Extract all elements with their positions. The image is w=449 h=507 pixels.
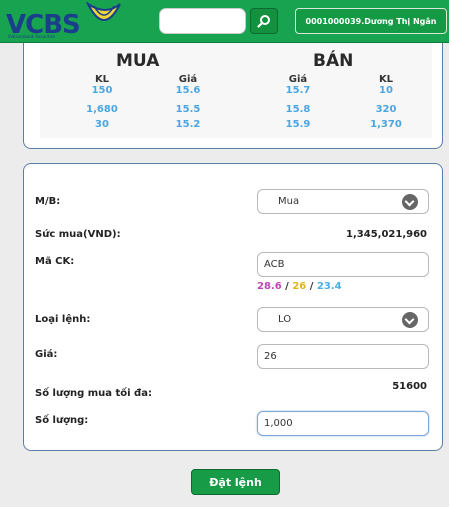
- sell-price-header: Giá: [288, 74, 308, 85]
- buy-kl-3: 30: [95, 119, 109, 130]
- max-qty-label: Số lượng mua tối đa:: [35, 388, 152, 399]
- symbol-input-value: ACB: [264, 259, 285, 270]
- app-header: VCBS Vietcombank Securities 0001000039.D…: [0, 0, 449, 43]
- price-input[interactable]: 26: [257, 344, 429, 369]
- buy-price-2: 15.5: [175, 104, 201, 115]
- chevron-down-icon: [402, 194, 418, 210]
- buy-kl-2: 1,680: [86, 104, 118, 115]
- symbol-input[interactable]: ACB: [257, 252, 429, 277]
- buy-price-1: 15.6: [175, 85, 201, 96]
- place-order-button[interactable]: Đặt lệnh: [191, 469, 280, 495]
- floor-price: 23.4: [316, 281, 342, 292]
- buying-power-value: 1,345,021,960: [346, 229, 427, 240]
- logo-leaf-icon: [85, 2, 121, 21]
- order-type-select[interactable]: LO: [257, 307, 429, 332]
- sell-price-1: 15.7: [285, 85, 311, 96]
- mb-label: M/B:: [35, 196, 61, 207]
- price-separator: /: [309, 281, 314, 292]
- vcbs-logo[interactable]: VCBS Vietcombank Securities: [6, 2, 136, 40]
- order-type-select-value: LO: [278, 314, 292, 325]
- sell-title: BÁN: [313, 51, 354, 71]
- buy-title: MUA: [116, 51, 160, 71]
- price-label: Giá:: [35, 349, 58, 360]
- qty-input-value: 1,000: [264, 418, 293, 429]
- price-input-value: 26: [264, 351, 277, 362]
- price-range: 28.6 / 26 / 23.4: [257, 281, 342, 292]
- qty-input[interactable]: 1,000: [257, 411, 429, 436]
- sell-price-3: 15.9: [285, 119, 311, 130]
- account-button[interactable]: 0001000039.Dương Thị Ngân: [295, 8, 447, 34]
- buy-kl-header: KL: [94, 74, 110, 85]
- search-icon: [257, 15, 270, 28]
- buy-kl-1: 150: [91, 85, 113, 96]
- reference-price: 26: [292, 281, 307, 292]
- order-book-panel: MUA BÁN KL Giá Giá KL 150 15.6 15.7 10 1…: [23, 43, 443, 149]
- buy-price-header: Giá: [178, 74, 198, 85]
- sell-kl-1: 10: [379, 85, 393, 96]
- sell-kl-3: 1,370: [370, 119, 402, 130]
- sell-price-2: 15.8: [285, 104, 311, 115]
- search-button[interactable]: [250, 8, 278, 34]
- sell-kl-header: KL: [378, 74, 394, 85]
- sell-kl-2: 320: [375, 104, 397, 115]
- buy-price-3: 15.2: [175, 119, 201, 130]
- mb-select[interactable]: Mua: [257, 189, 429, 214]
- price-separator: /: [285, 281, 289, 292]
- search-input[interactable]: [159, 8, 246, 34]
- order-book: MUA BÁN KL Giá Giá KL 150 15.6 15.7 10 1…: [40, 43, 432, 138]
- symbol-label: Mã CK:: [35, 256, 75, 267]
- qty-label: Số lượng:: [35, 415, 89, 426]
- mb-select-value: Mua: [278, 196, 300, 207]
- order-form-panel: M/B: Mua Sức mua(VND): 1,345,021,960 Mã …: [23, 163, 443, 451]
- max-qty-value: 51600: [392, 381, 427, 392]
- buying-power-label: Sức mua(VND):: [35, 229, 121, 240]
- logo-subtext: Vietcombank Securities: [8, 34, 56, 39]
- order-type-label: Loại lệnh:: [35, 314, 91, 325]
- chevron-down-icon: [402, 312, 418, 328]
- ceiling-price: 28.6: [257, 281, 282, 292]
